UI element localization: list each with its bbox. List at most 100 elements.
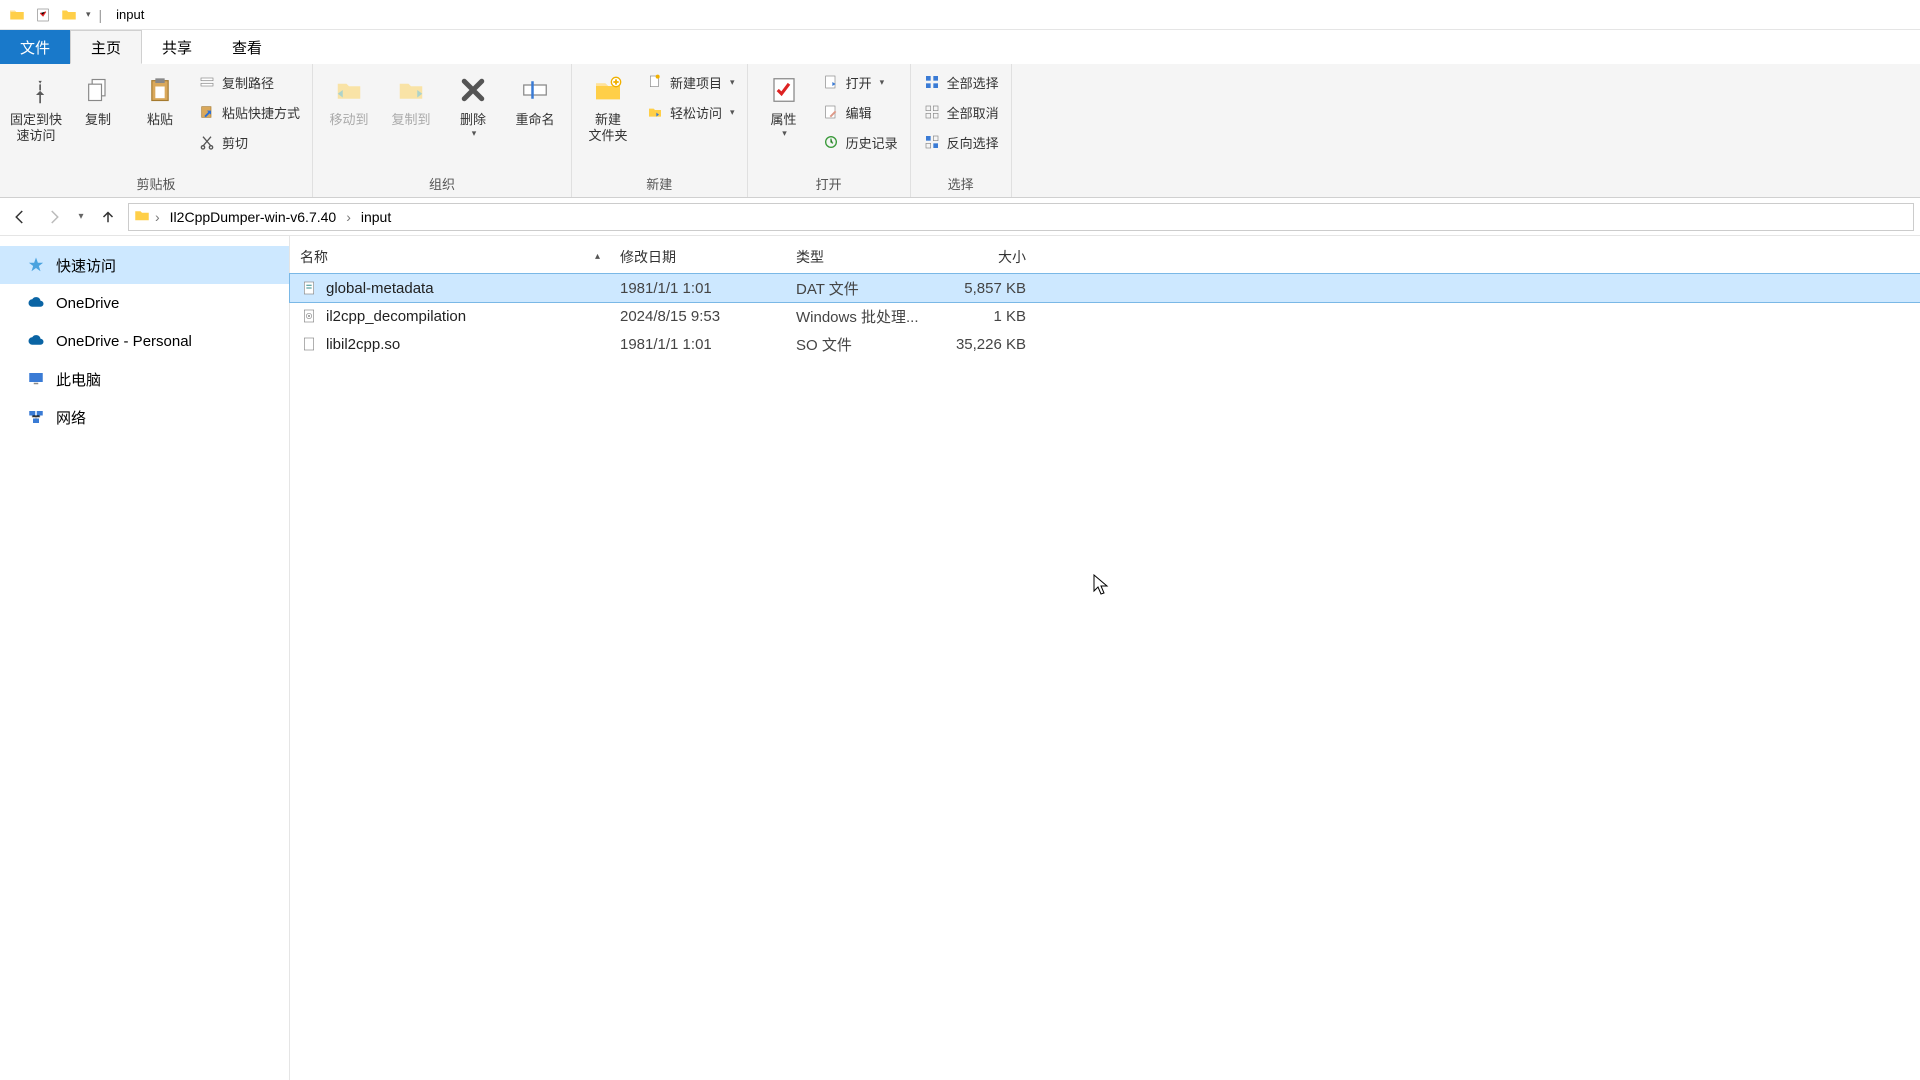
nav-recent-caret-icon[interactable]: ▾ [74, 203, 88, 231]
tab-file[interactable]: 文件 [0, 30, 70, 64]
file-size: 5,857 KB [936, 280, 1036, 297]
file-row[interactable]: global-metadata1981/1/1 1:01DAT 文件5,857 … [290, 274, 1920, 302]
file-date: 2024/8/15 9:53 [610, 308, 786, 325]
sidebar-item-label: OneDrive [56, 295, 119, 312]
nav-up-button[interactable] [94, 203, 122, 231]
folder-small-icon [58, 4, 80, 26]
properties-qat-icon[interactable] [32, 4, 54, 26]
copy-path-button[interactable]: 复制路径 [194, 70, 304, 94]
nav-forward-button[interactable] [40, 203, 68, 231]
properties-button[interactable]: 属性 ▾ [756, 68, 812, 143]
column-header-size[interactable]: 大小 [936, 247, 1036, 267]
file-name: libil2cpp.so [326, 336, 400, 353]
tab-home[interactable]: 主页 [70, 30, 142, 64]
paste-shortcut-button[interactable]: 粘贴快捷方式 [194, 100, 304, 124]
delete-button[interactable]: 删除 ▾ [445, 68, 501, 143]
select-all-icon [923, 73, 941, 91]
titlebar: ▾ | input [0, 0, 1920, 30]
rename-icon [517, 72, 553, 108]
open-icon [822, 73, 840, 91]
paste-icon [142, 72, 178, 108]
new-folder-icon [590, 72, 626, 108]
file-date: 1981/1/1 1:01 [610, 280, 786, 297]
breadcrumb-current[interactable]: input [355, 209, 397, 225]
chevron-right-icon[interactable]: › [155, 209, 160, 225]
sidebar: 快速访问 OneDrive OneDrive - Personal 此电脑 网络 [0, 236, 290, 1080]
tab-view[interactable]: 查看 [212, 30, 282, 64]
navbar: ▾ › Il2CppDumper-win-v6.7.40 › input [0, 198, 1920, 236]
file-pane: 名称 ▴ 修改日期 类型 大小 global-metadata 1981/1/1 … [290, 236, 1920, 1080]
properties-icon [766, 72, 802, 108]
pin-to-quick-access-button[interactable]: 固定到快 速访问 [8, 68, 64, 147]
select-all-button[interactable]: 全部选择 [919, 70, 1003, 94]
new-folder-button[interactable]: 新建 文件夹 [580, 68, 636, 147]
ribbon-group-open: 属性 ▾ 打开 ▾ 编辑 历史记录 打开 [748, 64, 911, 197]
rename-button[interactable]: 重命名 [507, 68, 563, 132]
easy-access-caret-icon: ▾ [730, 107, 735, 118]
file-rows: global-metadata1981/1/1 1:01DAT 文件5,857 … [290, 274, 1920, 358]
ribbon-group-new: 新建 文件夹 新建项目 ▾ 轻松访问 ▾ 新建 [572, 64, 748, 197]
sidebar-item-onedrive-personal[interactable]: OneDrive - Personal [0, 322, 289, 360]
star-icon [26, 255, 46, 275]
file-size: 35,226 KB [936, 336, 1036, 353]
file-icon [300, 307, 318, 325]
file-size: 1 KB [936, 308, 1036, 325]
delete-icon [455, 72, 491, 108]
history-label: 历史记录 [846, 133, 898, 152]
column-header-date[interactable]: 修改日期 [610, 247, 786, 267]
title-separator: | [99, 7, 103, 23]
new-item-icon [646, 73, 664, 91]
select-none-button[interactable]: 全部取消 [919, 100, 1003, 124]
new-item-button[interactable]: 新建项目 ▾ [642, 70, 739, 94]
chevron-right-icon[interactable]: › [346, 209, 351, 225]
tab-share[interactable]: 共享 [142, 30, 212, 64]
edit-label: 编辑 [846, 103, 872, 122]
column-headers: 名称 ▴ 修改日期 类型 大小 [290, 240, 1920, 274]
file-name: global-metadata [326, 280, 434, 297]
file-row[interactable]: libil2cpp.so1981/1/1 1:01SO 文件35,226 KB [290, 330, 1920, 358]
sidebar-item-onedrive[interactable]: OneDrive [0, 284, 289, 322]
sidebar-item-network[interactable]: 网络 [0, 398, 289, 436]
sidebar-item-this-pc[interactable]: 此电脑 [0, 360, 289, 398]
address-bar[interactable]: › Il2CppDumper-win-v6.7.40 › input [128, 203, 1914, 231]
invert-selection-icon [923, 133, 941, 151]
new-item-label: 新建项目 [670, 73, 722, 92]
nav-back-button[interactable] [6, 203, 34, 231]
easy-access-icon [646, 103, 664, 121]
copy-to-button[interactable]: 复制到 [383, 68, 439, 132]
delete-label: 删除 [460, 112, 486, 128]
edit-button[interactable]: 编辑 [818, 100, 902, 124]
cut-button[interactable]: 剪切 [194, 130, 304, 154]
column-header-type[interactable]: 类型 [786, 247, 936, 267]
open-button[interactable]: 打开 ▾ [818, 70, 902, 94]
sort-asc-icon: ▴ [595, 251, 600, 262]
qat-dropdown-icon[interactable]: ▾ [86, 9, 91, 20]
history-icon [822, 133, 840, 151]
file-row[interactable]: il2cpp_decompilation2024/8/15 9:53Window… [290, 302, 1920, 330]
paste-button[interactable]: 粘贴 [132, 68, 188, 132]
cut-label: 剪切 [222, 133, 248, 152]
properties-caret-icon: ▾ [782, 128, 787, 139]
file-type: SO 文件 [786, 334, 936, 355]
copy-icon [80, 72, 116, 108]
select-none-label: 全部取消 [947, 103, 999, 122]
column-name-label: 名称 [300, 247, 328, 267]
delete-caret-icon: ▾ [472, 128, 477, 139]
organize-group-label: 组织 [321, 172, 563, 195]
move-to-button[interactable]: 移动到 [321, 68, 377, 132]
cloud-icon [26, 331, 46, 351]
sidebar-item-label: OneDrive - Personal [56, 333, 192, 350]
monitor-icon [26, 369, 46, 389]
history-button[interactable]: 历史记录 [818, 130, 902, 154]
new-folder-label: 新建 文件夹 [589, 112, 628, 143]
file-icon [300, 335, 318, 353]
copy-button[interactable]: 复制 [70, 68, 126, 132]
cut-icon [198, 133, 216, 151]
easy-access-button[interactable]: 轻松访问 ▾ [642, 100, 739, 124]
properties-label: 属性 [771, 112, 797, 128]
move-to-label: 移动到 [330, 112, 369, 128]
breadcrumb-parent[interactable]: Il2CppDumper-win-v6.7.40 [164, 209, 343, 225]
column-header-name[interactable]: 名称 ▴ [290, 247, 610, 267]
invert-selection-button[interactable]: 反向选择 [919, 130, 1003, 154]
sidebar-item-quick-access[interactable]: 快速访问 [0, 246, 289, 284]
